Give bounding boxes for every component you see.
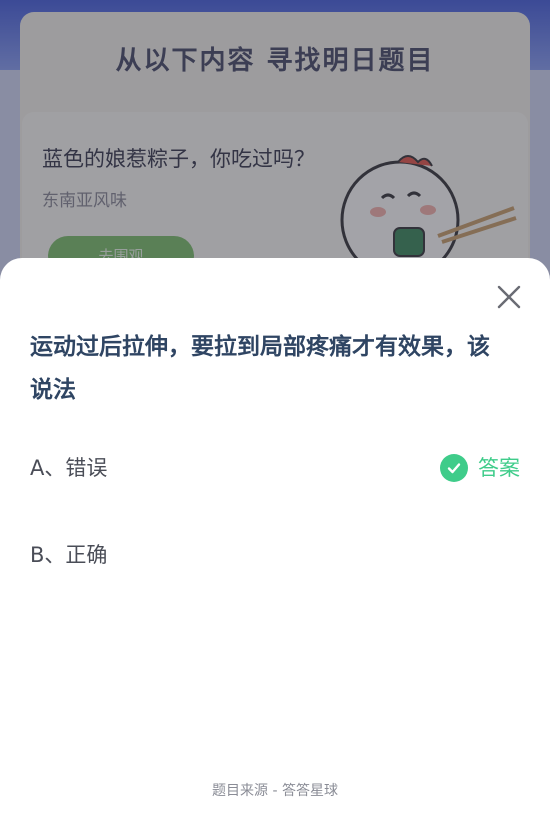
check-circle-icon [440, 454, 468, 482]
question-text: 运动过后拉伸，要拉到局部疼痛才有效果，该说法 [30, 334, 490, 403]
close-button[interactable] [494, 282, 524, 312]
option-b[interactable]: B、正确 [30, 535, 520, 575]
answer-label: 答案 [478, 456, 520, 480]
close-icon [497, 285, 521, 309]
answer-indicator: 答案 [440, 448, 520, 488]
option-a-label: A、错误 [30, 456, 108, 480]
question-sheet: 运动过后拉伸，要拉到局部疼痛才有效果，该说法 A、错误 答案 B、正确 题目来源… [0, 258, 550, 826]
option-b-label: B、正确 [30, 543, 108, 567]
option-a[interactable]: A、错误 答案 [30, 448, 520, 488]
source-footer: 题目来源 - 答答星球 [212, 783, 338, 799]
